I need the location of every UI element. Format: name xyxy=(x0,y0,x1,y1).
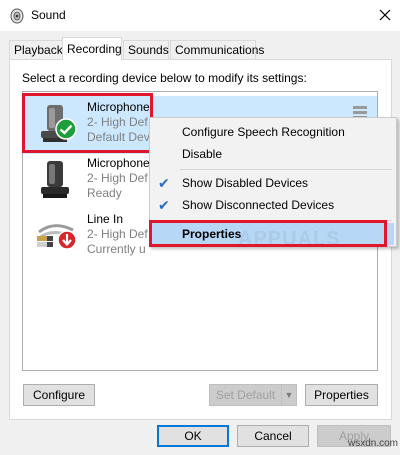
instruction-text: Select a recording device below to modif… xyxy=(22,71,307,85)
properties-highlight-box xyxy=(149,220,387,247)
device-driver: 2- High Def xyxy=(87,171,148,185)
title-bar: Sound xyxy=(0,0,400,31)
microphone-icon xyxy=(33,156,83,206)
configure-button[interactable]: Configure xyxy=(23,384,95,406)
device-name: Microphone xyxy=(87,156,150,170)
tab-playback[interactable]: Playback xyxy=(9,40,63,59)
device-name: Line In xyxy=(87,212,124,226)
device-status: Currently u xyxy=(87,242,146,256)
close-button[interactable] xyxy=(376,5,394,25)
speaker-icon xyxy=(9,8,25,24)
device-highlight-box xyxy=(22,93,153,153)
menu-item-disable[interactable]: Disable xyxy=(152,143,394,165)
device-driver: 2- High Def xyxy=(87,227,148,241)
menu-separator xyxy=(180,169,392,170)
device-text: Microphone 2- High Def Ready xyxy=(87,156,150,201)
set-default-button[interactable]: Set Default xyxy=(209,384,282,406)
menu-item-show-disconnected[interactable]: ✔ Show Disconnected Devices xyxy=(152,194,394,216)
menu-item-label: Disable xyxy=(182,147,223,161)
cancel-button[interactable]: Cancel xyxy=(237,425,309,447)
window-title: Sound xyxy=(31,8,66,22)
menu-item-label: Show Disabled Devices xyxy=(182,176,309,190)
device-status: Ready xyxy=(87,186,122,200)
tab-recording[interactable]: Recording xyxy=(62,37,122,60)
ok-button[interactable]: OK xyxy=(157,425,229,447)
device-text: Line In 2- High Def Currently u xyxy=(87,212,148,257)
site-label: wsxdn.com xyxy=(348,438,399,449)
menu-item-label: Configure Speech Recognition xyxy=(182,125,345,139)
menu-item-show-disabled[interactable]: ✔ Show Disabled Devices xyxy=(152,172,394,194)
menu-item-label: Show Disconnected Devices xyxy=(182,198,335,212)
checkmark-icon: ✔ xyxy=(158,197,170,213)
tab-sounds[interactable]: Sounds xyxy=(123,40,169,59)
tab-communications[interactable]: Communications xyxy=(170,40,264,59)
checkmark-icon: ✔ xyxy=(158,175,170,191)
set-default-dropdown-arrow[interactable]: ▼ xyxy=(281,384,297,406)
close-icon xyxy=(379,9,391,21)
menu-item-configure-speech[interactable]: Configure Speech Recognition xyxy=(152,121,394,143)
unplugged-icon xyxy=(57,230,77,253)
properties-button[interactable]: Properties xyxy=(305,384,378,406)
